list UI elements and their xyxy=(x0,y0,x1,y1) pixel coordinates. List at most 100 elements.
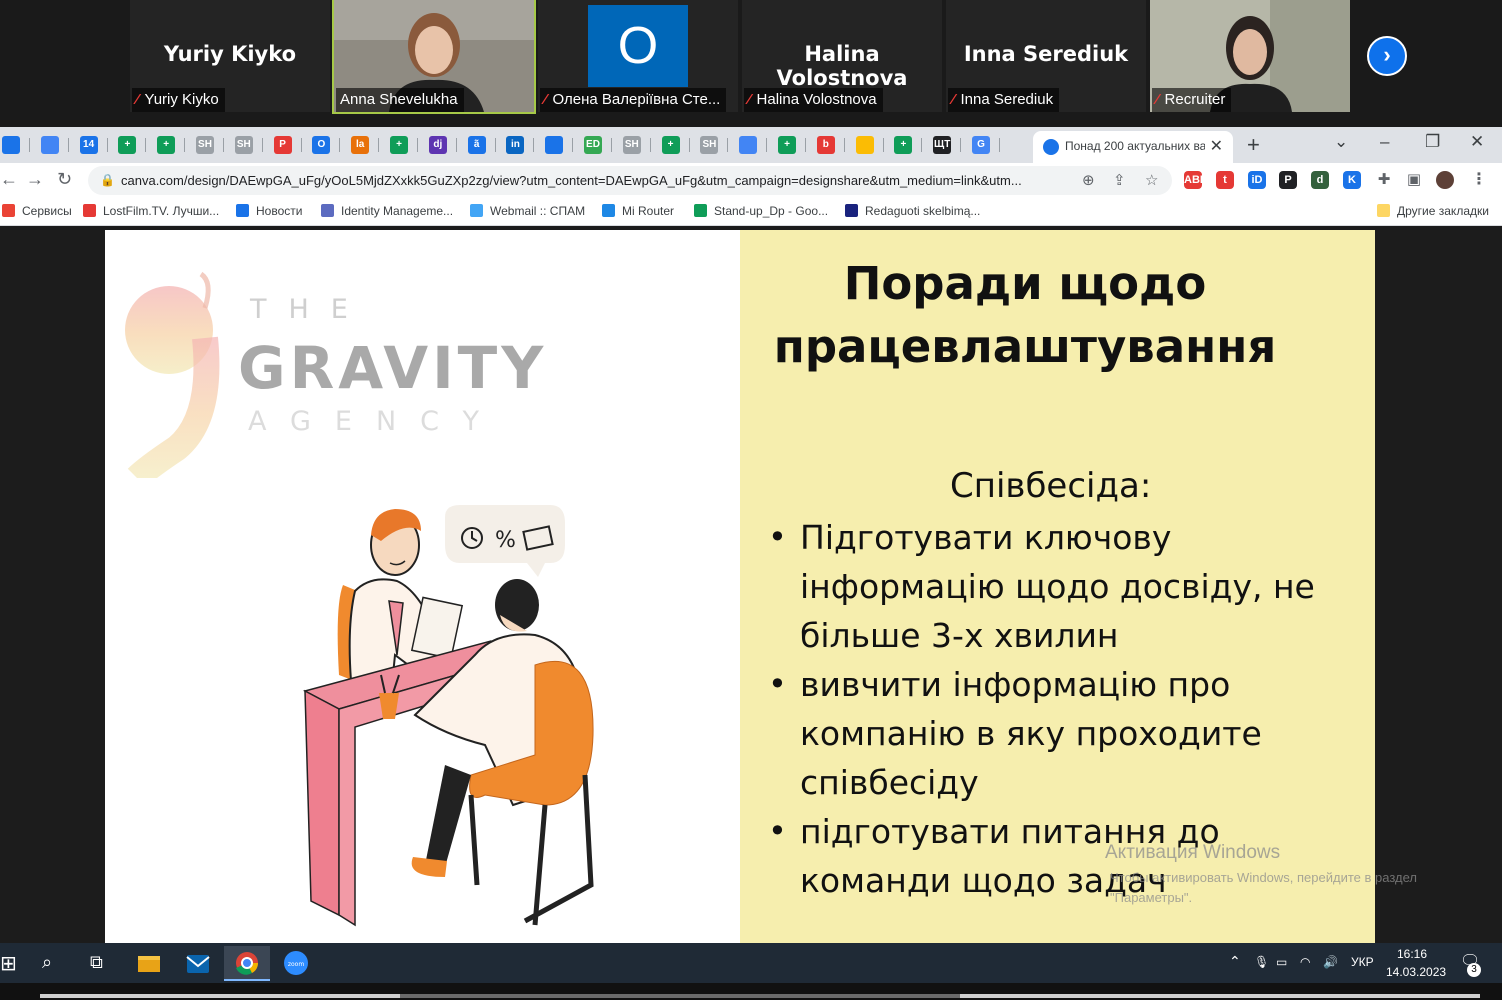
reload-icon[interactable]: ↻ xyxy=(57,169,72,190)
extension-icon[interactable]: K xyxy=(1343,171,1361,189)
restore-button[interactable]: ❐ xyxy=(1425,132,1440,152)
muted-mic-icon: ⁄ xyxy=(544,91,547,108)
extension-icon[interactable]: ABP xyxy=(1184,171,1207,189)
pinned-tab-icon[interactable] xyxy=(2,136,20,154)
volume-icon[interactable]: 🔊 xyxy=(1323,955,1338,969)
zoom-app[interactable]: zoom xyxy=(273,946,319,981)
pinned-tab-icon[interactable] xyxy=(545,136,564,154)
other-bookmarks[interactable]: Другие закладки xyxy=(1377,204,1489,218)
bookmark-item[interactable]: LostFilm.TV. Лучши... xyxy=(83,204,219,218)
battery-icon[interactable]: ▭ xyxy=(1276,955,1287,969)
bookmark-item[interactable]: Сервисы xyxy=(2,204,72,218)
outlook-app[interactable] xyxy=(175,946,221,981)
participant-label: ⁄ Halina Volostnova xyxy=(744,88,883,112)
pinned-tab-icon[interactable]: SH xyxy=(234,136,253,154)
extension-icon[interactable]: t xyxy=(1216,171,1234,189)
tab-separator xyxy=(106,138,108,152)
pinned-tab-icon[interactable]: SH xyxy=(622,136,641,154)
back-icon[interactable]: ← xyxy=(0,169,18,190)
pinned-tab-icon[interactable]: + xyxy=(894,136,913,154)
folder-icon xyxy=(1377,204,1390,217)
active-tab[interactable]: Понад 200 актуальних ва ✕ xyxy=(1033,131,1233,163)
tab-separator xyxy=(67,138,69,152)
bookmark-item[interactable]: Mi Router xyxy=(602,204,674,218)
language-indicator[interactable]: УКР xyxy=(1351,955,1374,969)
menu-icon[interactable]: ⋮ xyxy=(1470,171,1488,189)
task-view-icon[interactable]: ⧉ xyxy=(90,952,103,973)
participant-tile-anna[interactable]: Anna Shevelukha xyxy=(332,0,536,114)
svg-text:%: % xyxy=(495,528,516,553)
share-icon[interactable]: ⇪ xyxy=(1113,171,1126,189)
forward-icon[interactable]: → xyxy=(26,169,44,190)
tab-separator xyxy=(572,138,574,152)
tab-separator xyxy=(805,138,806,152)
pinned-tab-icon[interactable]: 14 xyxy=(79,136,98,154)
pinned-tab-icon[interactable]: + xyxy=(157,136,176,154)
bookmark-star-icon[interactable]: ☆ xyxy=(1145,171,1158,189)
participant-tile-yuriy[interactable]: Yuriy Kiyko ⁄ Yuriy Kiyko xyxy=(130,0,330,112)
close-window-button[interactable]: ✕ xyxy=(1470,132,1484,152)
participant-tile-inna[interactable]: Inna Serediuk ⁄ Inna Serediuk xyxy=(946,0,1146,112)
extension-icon[interactable]: d xyxy=(1311,171,1329,189)
pinned-tab-icon[interactable] xyxy=(739,136,758,154)
pinned-tab-icon[interactable]: + xyxy=(390,136,408,154)
tray-chevron-icon[interactable]: ⌃ xyxy=(1229,953,1241,970)
pinned-tab-icon[interactable]: in xyxy=(506,136,525,154)
extension-icon[interactable]: iD xyxy=(1248,171,1266,189)
clock-date[interactable]: 14.03.2023 xyxy=(1386,965,1446,979)
clock-time[interactable]: 16:16 xyxy=(1397,947,1427,961)
slide-title: Поради щодо працевлаштування xyxy=(773,257,1277,373)
participant-tile-halina[interactable]: Halina Volostnova ⁄ Halina Volostnova xyxy=(742,0,942,112)
pinned-tab-icon[interactable]: + xyxy=(661,136,680,154)
bookmark-item[interactable]: Identity Manageme... xyxy=(321,204,453,218)
zoom-icon[interactable]: ⊕ xyxy=(1082,171,1095,189)
pinned-tab-icon[interactable]: O xyxy=(312,136,331,154)
side-panel-icon[interactable]: ▣ xyxy=(1405,171,1423,189)
profile-avatar[interactable] xyxy=(1436,171,1454,189)
pinned-tab-icon[interactable]: b xyxy=(816,136,835,154)
pinned-tab-icon[interactable]: SH xyxy=(196,136,214,154)
pinned-tab-icon[interactable]: la xyxy=(351,136,370,154)
pinned-tab-icon[interactable]: ЩТ xyxy=(933,136,952,154)
gravity-logo-icon xyxy=(125,271,220,478)
tab-search-icon[interactable]: ⌄ xyxy=(1334,132,1348,152)
new-tab-button[interactable]: + xyxy=(1247,132,1260,158)
extensions-puzzle-icon[interactable]: ✚ xyxy=(1375,171,1393,189)
chrome-app[interactable] xyxy=(224,946,270,981)
pinned-tab-icon[interactable]: dj xyxy=(428,136,447,154)
file-explorer-app[interactable] xyxy=(126,946,172,981)
pinned-tab-icon[interactable]: P xyxy=(273,136,292,154)
microphone-icon[interactable]: 🎙 xyxy=(1254,955,1269,969)
muted-mic-icon: ⁄ xyxy=(748,91,751,108)
bookmark-item[interactable]: Webmail :: СПАМ xyxy=(470,204,585,218)
next-participants-button[interactable]: › xyxy=(1367,36,1407,76)
pinned-tab-icon[interactable] xyxy=(40,136,59,154)
participant-label: ⁄ Recruiter xyxy=(1152,88,1232,112)
tab-separator xyxy=(999,138,1000,152)
minimize-button[interactable]: – xyxy=(1380,132,1389,152)
pinned-tab-icon[interactable]: G xyxy=(972,136,990,154)
pinned-tab-icon[interactable]: + xyxy=(118,136,137,154)
close-tab-icon[interactable]: ✕ xyxy=(1210,136,1223,156)
windows-start-icon[interactable]: ⊞ xyxy=(0,951,17,976)
participant-tile-recruiter[interactable]: ⁄ Recruiter xyxy=(1150,0,1350,112)
search-icon[interactable]: ⌕ xyxy=(42,952,52,973)
tab-separator xyxy=(688,138,690,152)
logo-gravity-text: GRAVITY xyxy=(238,334,548,402)
lock-icon: 🔒 xyxy=(100,173,115,187)
pinned-tab-icon[interactable]: SH xyxy=(700,136,719,154)
pinned-tab-icon[interactable] xyxy=(855,136,874,154)
bookmark-item[interactable]: Новости xyxy=(236,204,302,218)
active-tab-title: Понад 200 актуальних ва xyxy=(1065,139,1205,153)
wifi-icon[interactable]: ◠ xyxy=(1300,955,1310,969)
participant-avatar: O xyxy=(588,5,688,87)
participant-big-name: Inna Serediuk xyxy=(963,42,1129,66)
extension-icon[interactable]: P xyxy=(1279,171,1297,189)
pinned-tab-icon[interactable]: ED xyxy=(584,136,602,154)
pinned-tab-icon[interactable]: ã xyxy=(467,136,486,154)
pinned-tab-icon[interactable]: + xyxy=(778,136,796,154)
bookmark-item[interactable]: Redaguoti skelbimą... xyxy=(845,204,980,218)
bookmark-item[interactable]: Stand-up_Dp - Goo... xyxy=(694,204,828,218)
participant-tile-olena[interactable]: O ⁄ Олена Валеріївна Сте... xyxy=(538,0,738,112)
address-bar[interactable]: 🔒 canva.com/design/DAEwpGA_uFg/yOoL5MjdZ… xyxy=(88,166,1172,195)
